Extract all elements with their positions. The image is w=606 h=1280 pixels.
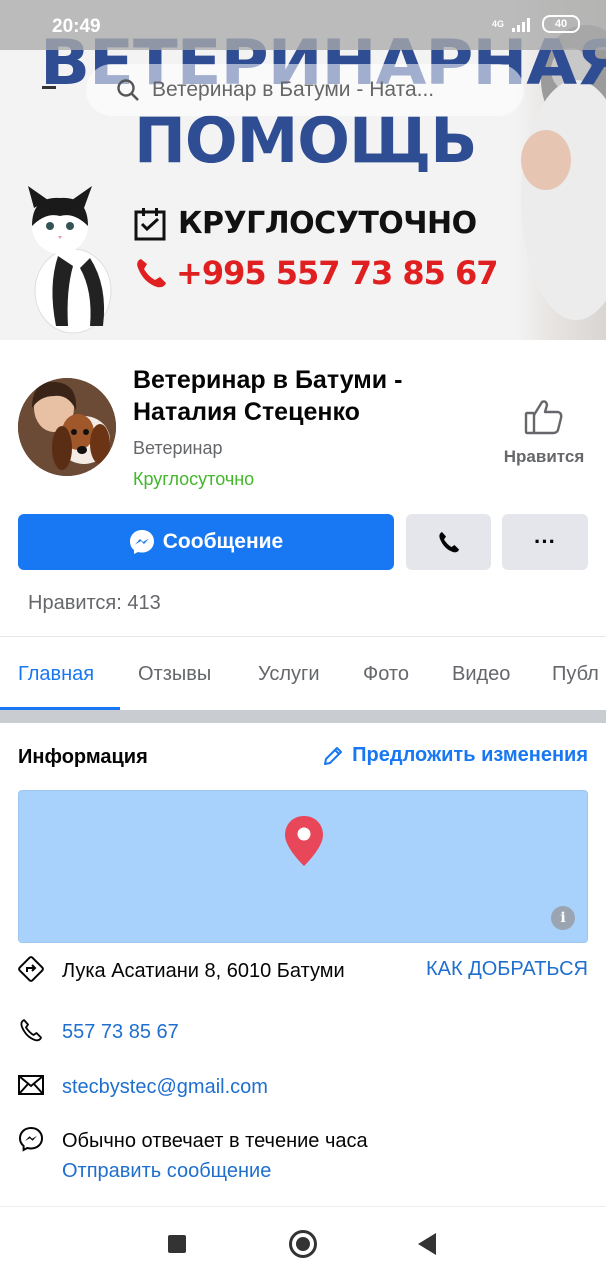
message-button-label: Сообщение [162,530,284,553]
pencil-icon [324,746,343,765]
back-arrow-icon[interactable] [42,86,56,89]
map-pin-icon [285,816,323,866]
tab-videos[interactable]: Видео [452,663,510,686]
suggest-edits-label: Предложить изменения [352,744,588,766]
tab-home[interactable]: Главная [18,663,94,686]
likes-count: Нравится: 413 [28,592,161,614]
messenger-outline-icon [18,1126,44,1152]
info-section-title: Информация [18,746,148,768]
email-link[interactable]: stecbystec@gmail.com [62,1072,268,1102]
thumbs-up-icon [524,400,563,435]
recent-apps-button[interactable] [168,1235,186,1253]
network-type: 4G [491,19,504,29]
cover-image[interactable]: ВЕТЕРИНАРНАЯ ПОМОЩЬ КРУГЛОСУТОЧНО +995 5… [0,0,606,340]
messenger-icon [129,530,154,554]
back-button[interactable] [418,1233,436,1255]
call-button[interactable] [406,514,491,570]
home-button[interactable] [289,1230,317,1258]
get-directions-link[interactable]: КАК ДОБРАТЬСЯ [426,958,588,981]
page-category: Ветеринар [133,438,223,458]
system-nav-bar [0,1206,606,1280]
phone-outline-icon [18,1017,44,1043]
location-map[interactable]: i [18,790,588,943]
phone-icon [137,259,166,288]
tab-reviews[interactable]: Отзывы [138,663,211,686]
status-icons: 4G 40 [492,15,580,33]
cover-hours-line: КРУГЛОСУТОЧНО [134,206,477,241]
tab-photos[interactable]: Фото [363,663,409,686]
more-options-button[interactable]: ··· [502,514,588,570]
phone-icon [438,532,459,553]
cover-hours-text: КРУГЛОСУТОЧНО [178,206,477,241]
avatar[interactable] [18,378,116,476]
search-placeholder: Ветеринар в Батуми - Ната... [152,78,435,101]
open-hours-status: Круглосуточно [133,469,255,489]
status-bar: 20:49 4G 40 [0,0,606,50]
search-icon [117,79,139,101]
phone-row: 557 73 85 67 [18,1017,588,1047]
map-info-icon[interactable]: i [551,906,575,930]
suggest-edits-link[interactable]: Предложить изменения [322,744,588,767]
tab-posts[interactable]: Публ [552,663,599,686]
section-divider [0,710,606,723]
page-title: Ветеринар в Батуми - Наталия Стеценко [133,366,403,426]
address-text: Лука Асатиани 8, 6010 Батуми [62,960,345,982]
kitten-image [28,186,112,334]
page-tabs: Главная Отзывы Услуги Фото Видео Публ [0,637,606,711]
status-time: 20:49 [52,16,101,37]
calendar-24h-icon [134,207,166,240]
phone-link[interactable]: 557 73 85 67 [62,1017,179,1047]
like-page-button[interactable]: Нравится [498,398,590,467]
response-row: Обычно отвечает в течение часа Отправить… [18,1126,588,1186]
response-time-text: Обычно отвечает в течение часа [62,1130,368,1152]
cover-phone-text: +995 557 73 85 67 [176,254,499,292]
message-button[interactable]: Сообщение [18,514,394,570]
email-row: stecbystec@gmail.com [18,1072,588,1102]
search-bar[interactable]: Ветеринар в Батуми - Ната... [86,64,524,116]
like-label: Нравится [503,447,585,466]
envelope-icon [18,1072,44,1098]
send-message-link[interactable]: Отправить сообщение [62,1156,368,1186]
battery-icon: 40 [542,15,580,33]
directions-icon [18,956,44,982]
cover-phone-line: +995 557 73 85 67 [134,254,499,292]
signal-icon [512,18,530,32]
tab-services[interactable]: Услуги [258,663,320,686]
